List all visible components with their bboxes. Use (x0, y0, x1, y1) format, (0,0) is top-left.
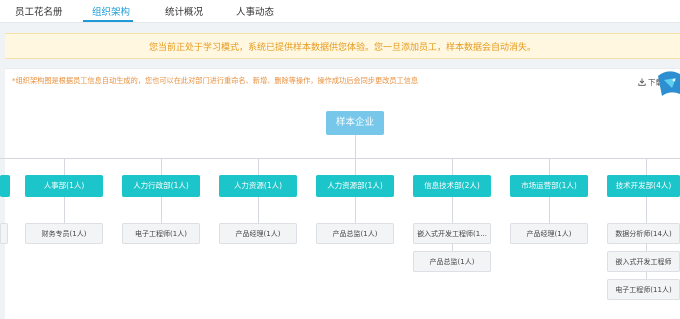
tab-statistics[interactable]: 统计概况 (165, 4, 203, 18)
dept-node-hr-admin[interactable]: 人力行政部(1人) (122, 175, 200, 197)
position-node-offscreen[interactable] (0, 223, 8, 244)
notice-text: 您当前正处于学习模式，系统已提供样本数据供您体验。您一旦添加员工，样本数据会自动… (148, 43, 536, 53)
dept-node-marketing[interactable]: 市场运营部(1人) (510, 175, 588, 197)
tab-org-structure[interactable]: 组织架构 (92, 4, 130, 18)
help-bird-icon[interactable] (654, 68, 680, 102)
position-node[interactable]: 数据分析师(14人) (607, 223, 680, 244)
tab-employee-roster[interactable]: 员工花名册 (15, 4, 63, 18)
position-node[interactable]: 嵌入式开发工程师 (607, 251, 680, 272)
download-icon (638, 78, 646, 86)
position-node[interactable]: 产品总监(1人) (316, 223, 394, 244)
position-node[interactable]: 产品经理(1人) (510, 223, 588, 244)
tab-hr-activity[interactable]: 人事动态 (236, 4, 274, 18)
active-tab-indicator (83, 20, 133, 22)
position-node[interactable]: 电子工程师(11人) (607, 279, 680, 300)
position-node[interactable]: 财务专员(1人) (25, 223, 103, 244)
dept-node-offscreen[interactable] (0, 175, 10, 197)
learning-mode-notice: 您当前正处于学习模式，系统已提供样本数据供您体验。您一旦添加员工，样本数据会自动… (5, 33, 680, 59)
dept-node-hr-dept[interactable]: 人力资源部(1人) (316, 175, 394, 197)
position-node[interactable]: 产品总监(1人) (413, 251, 491, 272)
dept-node-hr[interactable]: 人事部(1人) (25, 175, 103, 197)
dept-node-tech-dev[interactable]: 技术开发部(4人) (607, 175, 680, 197)
org-root-node[interactable]: 样本企业 (326, 111, 384, 135)
position-node[interactable]: 嵌入式开发工程师(1... (413, 223, 491, 244)
position-node[interactable]: 电子工程师(1人) (122, 223, 200, 244)
position-node[interactable]: 产品经理(1人) (219, 223, 297, 244)
dept-node-it[interactable]: 信息技术部(2人) (413, 175, 491, 197)
tab-bar: 员工花名册 组织架构 统计概况 人事动态 (0, 0, 680, 23)
org-hint-text: *组织架构图是根据员工信息自动生成的，您也可以在此对部门进行重命名、新增、删除等… (12, 76, 419, 85)
dept-node-human-resources[interactable]: 人力资源(1人) (219, 175, 297, 197)
